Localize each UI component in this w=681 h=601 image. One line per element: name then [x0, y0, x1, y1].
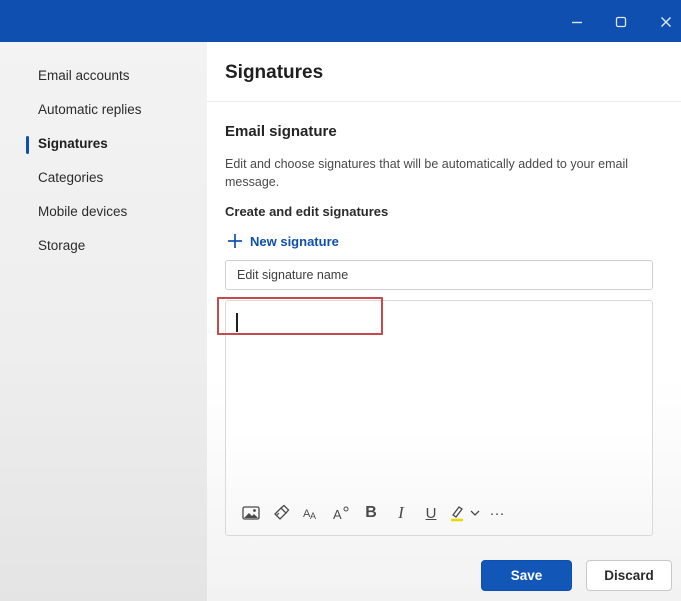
minimize-icon[interactable]: [563, 8, 591, 36]
title-bar: [0, 0, 681, 42]
settings-sidebar: Email accounts Automatic replies Signatu…: [0, 42, 207, 601]
signature-editor[interactable]: A A A B I U ···: [217, 297, 653, 536]
sidebar-item-email-accounts[interactable]: Email accounts: [38, 66, 130, 86]
close-icon[interactable]: [652, 8, 680, 36]
sidebar-item-automatic-replies[interactable]: Automatic replies: [38, 100, 142, 120]
italic-icon[interactable]: I: [386, 501, 416, 525]
discard-button[interactable]: Discard: [586, 560, 672, 591]
plus-icon: [228, 234, 242, 248]
svg-text:A: A: [333, 507, 342, 521]
signature-name-input[interactable]: [225, 260, 653, 290]
svg-text:A: A: [310, 511, 316, 521]
bold-icon[interactable]: B: [356, 501, 386, 525]
section-description: Edit and choose signatures that will be …: [225, 157, 629, 189]
text-caret: [236, 313, 238, 332]
sidebar-item-mobile-devices[interactable]: Mobile devices: [38, 202, 127, 222]
save-button[interactable]: Save: [481, 560, 572, 591]
sidebar-item-storage[interactable]: Storage: [38, 236, 85, 256]
new-signature-button[interactable]: New signature: [227, 230, 339, 252]
insert-picture-icon[interactable]: [236, 501, 266, 525]
superscript-icon[interactable]: A: [326, 501, 356, 525]
page-title: Signatures: [225, 62, 324, 83]
new-signature-label: New signature: [250, 233, 339, 249]
sidebar-item-signatures[interactable]: Signatures: [38, 134, 108, 154]
underline-icon[interactable]: U: [416, 501, 446, 525]
settings-content: Signatures Email signature Edit and choo…: [207, 42, 681, 601]
sidebar-item-categories[interactable]: Categories: [38, 168, 103, 188]
highlighter-icon[interactable]: [446, 501, 468, 525]
section-title: Email signature: [225, 123, 337, 140]
subsection-title: Create and edit signatures: [225, 204, 389, 219]
page-header: Signatures: [207, 42, 681, 102]
format-painter-icon[interactable]: [266, 501, 296, 525]
chevron-down-icon[interactable]: [468, 501, 482, 525]
maximize-icon[interactable]: [607, 8, 635, 36]
font-size-icon[interactable]: A A: [296, 501, 326, 525]
selected-indicator: [26, 136, 29, 154]
highlight-box: [217, 297, 383, 335]
more-options-icon[interactable]: ···: [482, 501, 512, 525]
formatting-toolbar: A A A B I U ···: [236, 501, 512, 525]
